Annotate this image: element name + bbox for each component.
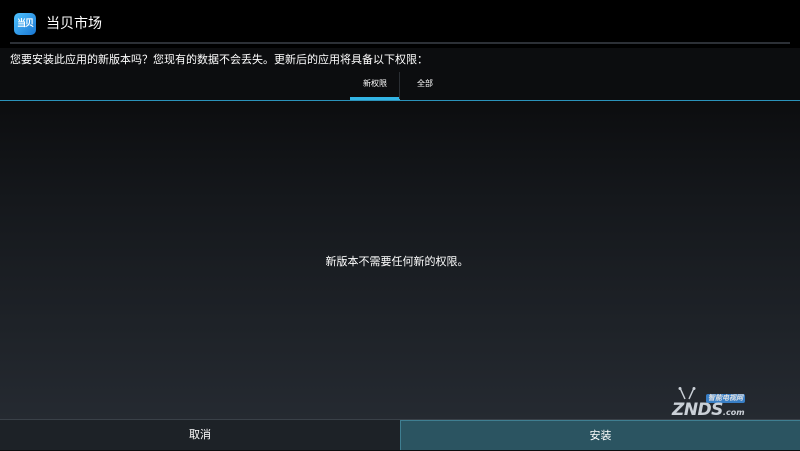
watermark-brand: ZNDS bbox=[672, 400, 723, 420]
tabs-divider bbox=[0, 100, 800, 101]
tab-new-permissions[interactable]: 新权限 bbox=[350, 72, 400, 100]
watermark-suffix: .com bbox=[722, 408, 745, 417]
tab-all-permissions-label: 全部 bbox=[417, 79, 433, 88]
title-divider bbox=[10, 42, 790, 44]
install-prompt: 您要安装此应用的新版本吗？您现有的数据不会丢失。更新后的应用将具备以下权限： bbox=[10, 53, 428, 66]
action-bar: 取消 安装 bbox=[0, 419, 800, 450]
tv-antenna-icon bbox=[678, 387, 696, 400]
cancel-button[interactable]: 取消 bbox=[0, 420, 400, 450]
tab-all-permissions[interactable]: 全部 bbox=[400, 72, 450, 99]
tab-new-permissions-label: 新权限 bbox=[363, 79, 387, 88]
install-button[interactable]: 安装 bbox=[400, 420, 800, 450]
app-icon-label: 当贝 bbox=[16, 19, 34, 29]
znds-watermark: 智能电视网 ZNDS.com bbox=[672, 384, 782, 420]
title-bar: 当贝 当贝市场 bbox=[0, 0, 800, 48]
app-icon: 当贝 bbox=[14, 13, 36, 35]
watermark-brand-line: ZNDS.com bbox=[672, 400, 745, 423]
no-permissions-message: 新版本不需要任何新的权限。 bbox=[325, 255, 469, 268]
app-title: 当贝市场 bbox=[46, 16, 102, 32]
